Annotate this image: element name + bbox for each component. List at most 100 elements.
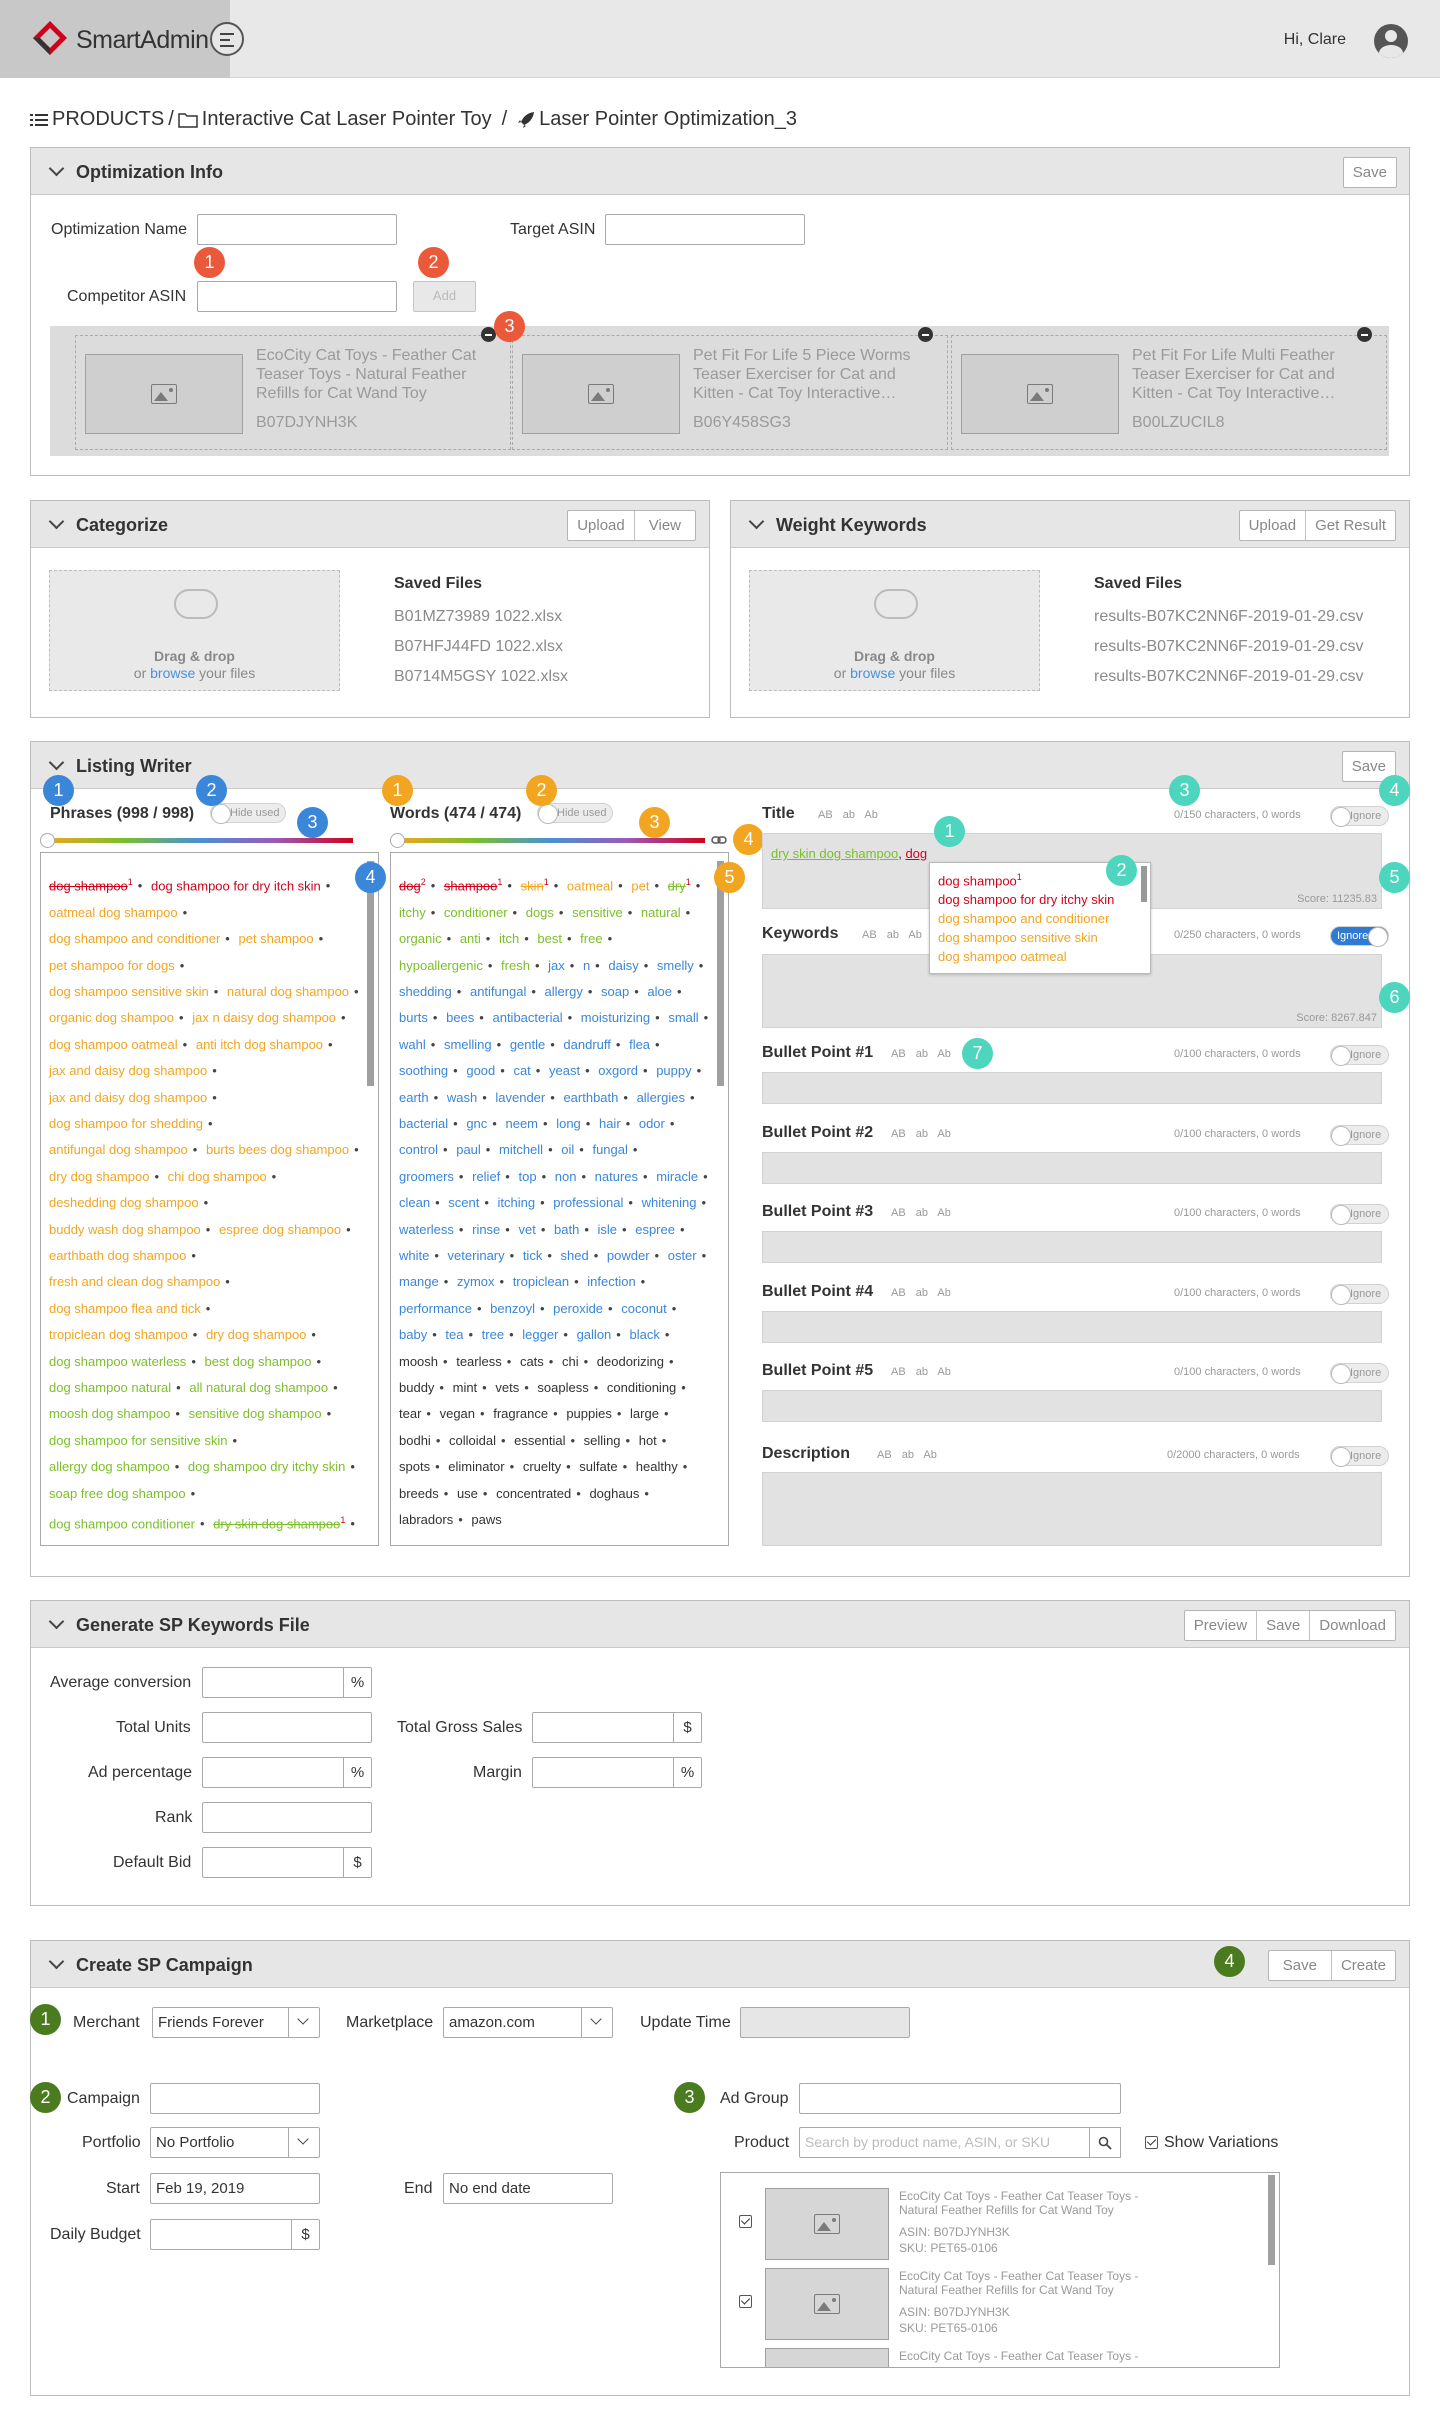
- phrase-item[interactable]: dry dog shampoo: [49, 1169, 149, 1184]
- word-item[interactable]: essential: [514, 1433, 565, 1448]
- phrase-item[interactable]: dog shampoo natural: [49, 1380, 171, 1395]
- word-item[interactable]: tear: [399, 1406, 421, 1421]
- word-item[interactable]: puppies: [566, 1406, 612, 1421]
- chevron-down-icon[interactable]: [48, 754, 65, 771]
- word-item[interactable]: good: [466, 1063, 495, 1078]
- word-item[interactable]: puppy: [656, 1063, 691, 1078]
- word-item[interactable]: use: [457, 1486, 478, 1501]
- word-item[interactable]: fungal: [592, 1142, 627, 1157]
- ignore-toggle[interactable]: Ignore: [1330, 806, 1389, 827]
- phrase-item[interactable]: dog shampoo oatmeal and aloe: [49, 1543, 231, 1545]
- word-item[interactable]: oxgord: [598, 1063, 638, 1078]
- bullet-point-input[interactable]: [762, 1151, 1382, 1184]
- word-item[interactable]: concentrated: [496, 1486, 571, 1501]
- word-item[interactable]: free: [580, 931, 602, 946]
- word-item[interactable]: espree: [635, 1222, 675, 1237]
- scrollbar[interactable]: [1268, 2175, 1275, 2265]
- word-item[interactable]: groomers: [399, 1169, 454, 1184]
- word-item[interactable]: paul: [456, 1142, 481, 1157]
- phrase-item[interactable]: sensitive dog shampoo: [189, 1406, 322, 1421]
- word-item[interactable]: labradors: [399, 1512, 453, 1527]
- save-button[interactable]: Save: [1256, 1611, 1309, 1640]
- default-bid-input[interactable]: $: [202, 1847, 372, 1878]
- word-item[interactable]: organic: [399, 931, 442, 946]
- suggestion-item[interactable]: dog shampoo and conditioner: [938, 909, 1142, 928]
- word-item[interactable]: conditioner: [444, 905, 508, 920]
- phrase-item[interactable]: natural dog shampoo: [227, 984, 349, 999]
- word-item[interactable]: moosh: [399, 1354, 438, 1369]
- word-item[interactable]: dandruff: [563, 1037, 610, 1052]
- phrase-item[interactable]: dry dog shampoo: [206, 1327, 306, 1342]
- merchant-select[interactable]: Friends Forever: [152, 2007, 320, 2038]
- weight-dropzone[interactable]: Drag & drop or browse your files: [749, 570, 1040, 691]
- word-item[interactable]: allergy: [545, 984, 583, 999]
- phrase-item[interactable]: dog shampoo conditioner: [49, 1516, 195, 1531]
- word-item[interactable]: sulfate: [579, 1459, 617, 1474]
- word-item[interactable]: gnc: [466, 1116, 487, 1131]
- upload-button[interactable]: Upload: [1240, 511, 1306, 540]
- phrase-item[interactable]: dog shampoo waterless: [49, 1354, 186, 1369]
- word-item[interactable]: n: [583, 958, 590, 973]
- average-conversion-input[interactable]: %: [202, 1667, 372, 1698]
- phrase-item[interactable]: dog shampoo sensitive skin: [49, 984, 209, 999]
- margin-input[interactable]: %: [532, 1757, 702, 1788]
- create-button[interactable]: Create: [1330, 1951, 1395, 1980]
- word-item[interactable]: oster: [668, 1248, 697, 1263]
- chevron-down-icon[interactable]: [48, 1953, 65, 1970]
- phrase-item[interactable]: dog shampoo for shedding: [49, 1116, 203, 1131]
- description-textarea[interactable]: [762, 1472, 1382, 1546]
- word-item[interactable]: tropiclean: [513, 1274, 569, 1289]
- remove-icon[interactable]: [918, 327, 933, 342]
- saved-file[interactable]: B0714M5GSY 1022.xlsx: [394, 668, 568, 686]
- word-item[interactable]: zymox: [457, 1274, 495, 1289]
- ad-percentage-input[interactable]: %: [202, 1757, 372, 1788]
- chevron-down-icon[interactable]: [48, 160, 65, 177]
- competitor-card[interactable]: EcoCity Cat Toys - Feather Cat Teaser To…: [75, 327, 511, 450]
- word-item[interactable]: jax: [548, 958, 565, 973]
- product-checkbox[interactable]: [739, 2215, 752, 2228]
- phrase-item[interactable]: jax and daisy dog shampoo: [49, 1090, 207, 1105]
- word-item[interactable]: natures: [595, 1169, 638, 1184]
- case-buttons[interactable]: AB ab Ab: [891, 1207, 951, 1219]
- word-item[interactable]: vets: [495, 1380, 519, 1395]
- portfolio-select[interactable]: No Portfolio: [150, 2127, 320, 2158]
- phrase-item[interactable]: espree dog shampoo: [219, 1222, 341, 1237]
- word-item[interactable]: paws: [471, 1512, 501, 1527]
- case-buttons[interactable]: AB ab Ab: [891, 1366, 951, 1378]
- word-item[interactable]: dog: [399, 878, 421, 893]
- bullet-point-input[interactable]: [762, 1310, 1382, 1343]
- phrase-item[interactable]: dog shampoo dry itchy skin: [188, 1459, 346, 1474]
- word-item[interactable]: fragrance: [493, 1406, 548, 1421]
- phrase-item[interactable]: burts bees dog shampoo: [206, 1142, 349, 1157]
- competitor-asin-input[interactable]: [197, 281, 397, 312]
- word-item[interactable]: best: [537, 931, 562, 946]
- word-item[interactable]: soapless: [537, 1380, 588, 1395]
- word-item[interactable]: chi: [562, 1354, 579, 1369]
- word-item[interactable]: buddy: [399, 1380, 434, 1395]
- phrase-item[interactable]: antifungal dog shampoo: [49, 1142, 188, 1157]
- phrase-item[interactable]: all natural dog shampoo: [189, 1380, 328, 1395]
- scrollbar[interactable]: [1141, 866, 1147, 902]
- word-item[interactable]: earthbath: [563, 1090, 618, 1105]
- word-item[interactable]: black: [629, 1327, 659, 1342]
- word-item[interactable]: baby: [399, 1327, 427, 1342]
- word-item[interactable]: eliminator: [448, 1459, 504, 1474]
- word-item[interactable]: white: [399, 1248, 429, 1263]
- phrase-item[interactable]: earthbath dog shampoo: [49, 1248, 186, 1263]
- word-item[interactable]: legger: [522, 1327, 558, 1342]
- word-item[interactable]: flea: [629, 1037, 650, 1052]
- hide-used-toggle[interactable]: Hide used: [537, 803, 613, 824]
- word-item[interactable]: tick: [523, 1248, 543, 1263]
- word-item[interactable]: professional: [553, 1195, 623, 1210]
- word-item[interactable]: antibacterial: [492, 1010, 562, 1025]
- suggestion-item[interactable]: dog shampoo oatmeal: [938, 947, 1142, 966]
- categorize-dropzone[interactable]: Drag & drop or browse your files: [49, 570, 340, 691]
- word-item[interactable]: itchy: [399, 905, 426, 920]
- ignore-toggle[interactable]: Ignore: [1330, 1124, 1389, 1146]
- word-item[interactable]: oatmeal: [567, 878, 613, 893]
- phrase-item[interactable]: soap free dog shampoo: [49, 1486, 186, 1501]
- phrase-item[interactable]: jax and daisy dog shampoo: [49, 1063, 207, 1078]
- bullet-point-input[interactable]: [762, 1390, 1382, 1422]
- phrase-item[interactable]: buddy wash dog shampoo: [49, 1222, 201, 1237]
- word-item[interactable]: bath: [554, 1222, 579, 1237]
